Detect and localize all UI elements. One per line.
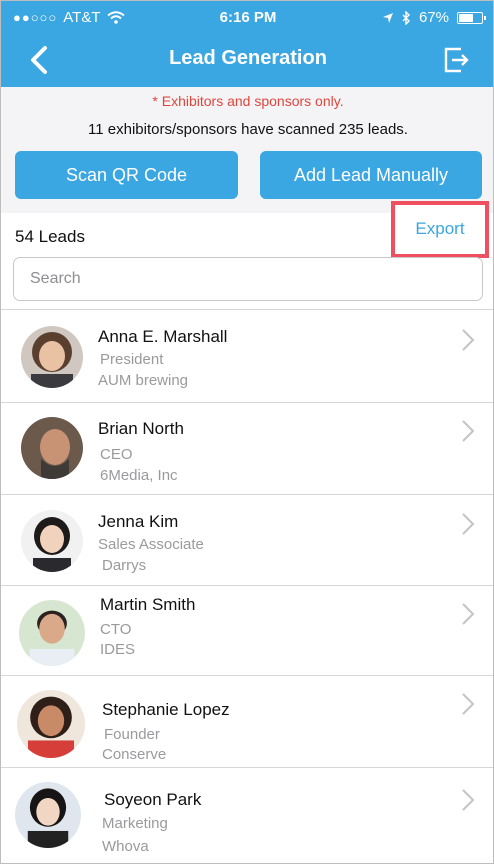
contact-company: IDES: [100, 641, 136, 658]
exit-icon[interactable]: [441, 45, 471, 75]
chevron-right-icon: [462, 329, 475, 351]
contact-title: Marketing: [102, 815, 168, 832]
list-item[interactable]: Brian North CEO 6Media, Inc: [1, 402, 493, 494]
chevron-right-icon: [462, 693, 475, 715]
export-highlight: Export: [391, 201, 489, 258]
status-right: 67%: [382, 9, 486, 26]
contact-company: Darrys: [102, 557, 147, 574]
status-bar: ●●○○○ AT&T 6:16 PM 67%: [1, 1, 493, 35]
list-item[interactable]: Stephanie Lopez Founder Conserve: [1, 675, 493, 767]
app-screen: ●●○○○ AT&T 6:16 PM 67% Lead Generation *…: [0, 0, 494, 864]
contact-company: Whova: [102, 838, 149, 855]
exhibitors-notice: * Exhibitors and sponsors only.: [152, 93, 344, 109]
page-title: Lead Generation: [169, 47, 327, 69]
avatar: [19, 600, 85, 666]
list-item[interactable]: Anna E. Marshall President AUM brewing: [1, 309, 493, 402]
bluetooth-icon: [402, 10, 410, 25]
contact-name: Brian North: [98, 419, 184, 438]
avatar: [21, 326, 83, 388]
contact-name: Stephanie Lopez: [102, 700, 230, 719]
avatar: [15, 782, 81, 848]
leads-count: 54 Leads: [15, 227, 85, 246]
avatar: [21, 510, 83, 572]
contact-title: CTO: [100, 621, 132, 638]
add-lead-manually-button[interactable]: Add Lead Manually: [260, 151, 482, 199]
contact-name: Jenna Kim: [98, 512, 179, 531]
location-icon: [382, 12, 393, 23]
contact-name: Soyeon Park: [104, 790, 202, 809]
chevron-right-icon: [462, 513, 475, 535]
notice-panel: * Exhibitors and sponsors only. 11 exhib…: [1, 87, 493, 213]
nav-bar: Lead Generation: [1, 35, 493, 87]
contact-title: Sales Associate: [98, 536, 204, 553]
battery-percent: 67%: [418, 9, 449, 26]
list-item[interactable]: Jenna Kim Sales Associate Darrys: [1, 494, 493, 585]
list-item[interactable]: Martin Smith CTO IDES: [1, 585, 493, 675]
battery-icon: [457, 11, 486, 24]
contact-name: Martin Smith: [100, 595, 196, 614]
chevron-right-icon: [462, 420, 475, 442]
contact-title: President: [100, 351, 164, 368]
search-input[interactable]: Search: [13, 257, 483, 301]
scan-qr-button[interactable]: Scan QR Code: [15, 151, 238, 199]
scan-summary: 11 exhibitors/sponsors have scanned 235 …: [88, 121, 408, 138]
contact-title: CEO: [100, 446, 133, 463]
export-button[interactable]: Export: [395, 219, 485, 239]
chevron-right-icon: [462, 789, 475, 811]
avatar: [21, 417, 83, 479]
contact-company: Conserve: [102, 746, 167, 763]
search-placeholder: Search: [30, 270, 81, 287]
contact-title: Founder: [104, 726, 160, 743]
list-item[interactable]: Soyeon Park Marketing Whova: [1, 767, 493, 863]
avatar: [17, 690, 85, 758]
contact-company: 6Media, Inc: [100, 467, 178, 484]
contact-name: Anna E. Marshall: [98, 327, 228, 346]
contact-company: AUM brewing: [98, 372, 189, 389]
chevron-right-icon: [462, 603, 475, 625]
top-bar: ●●○○○ AT&T 6:16 PM 67% Lead Generation: [1, 1, 493, 87]
